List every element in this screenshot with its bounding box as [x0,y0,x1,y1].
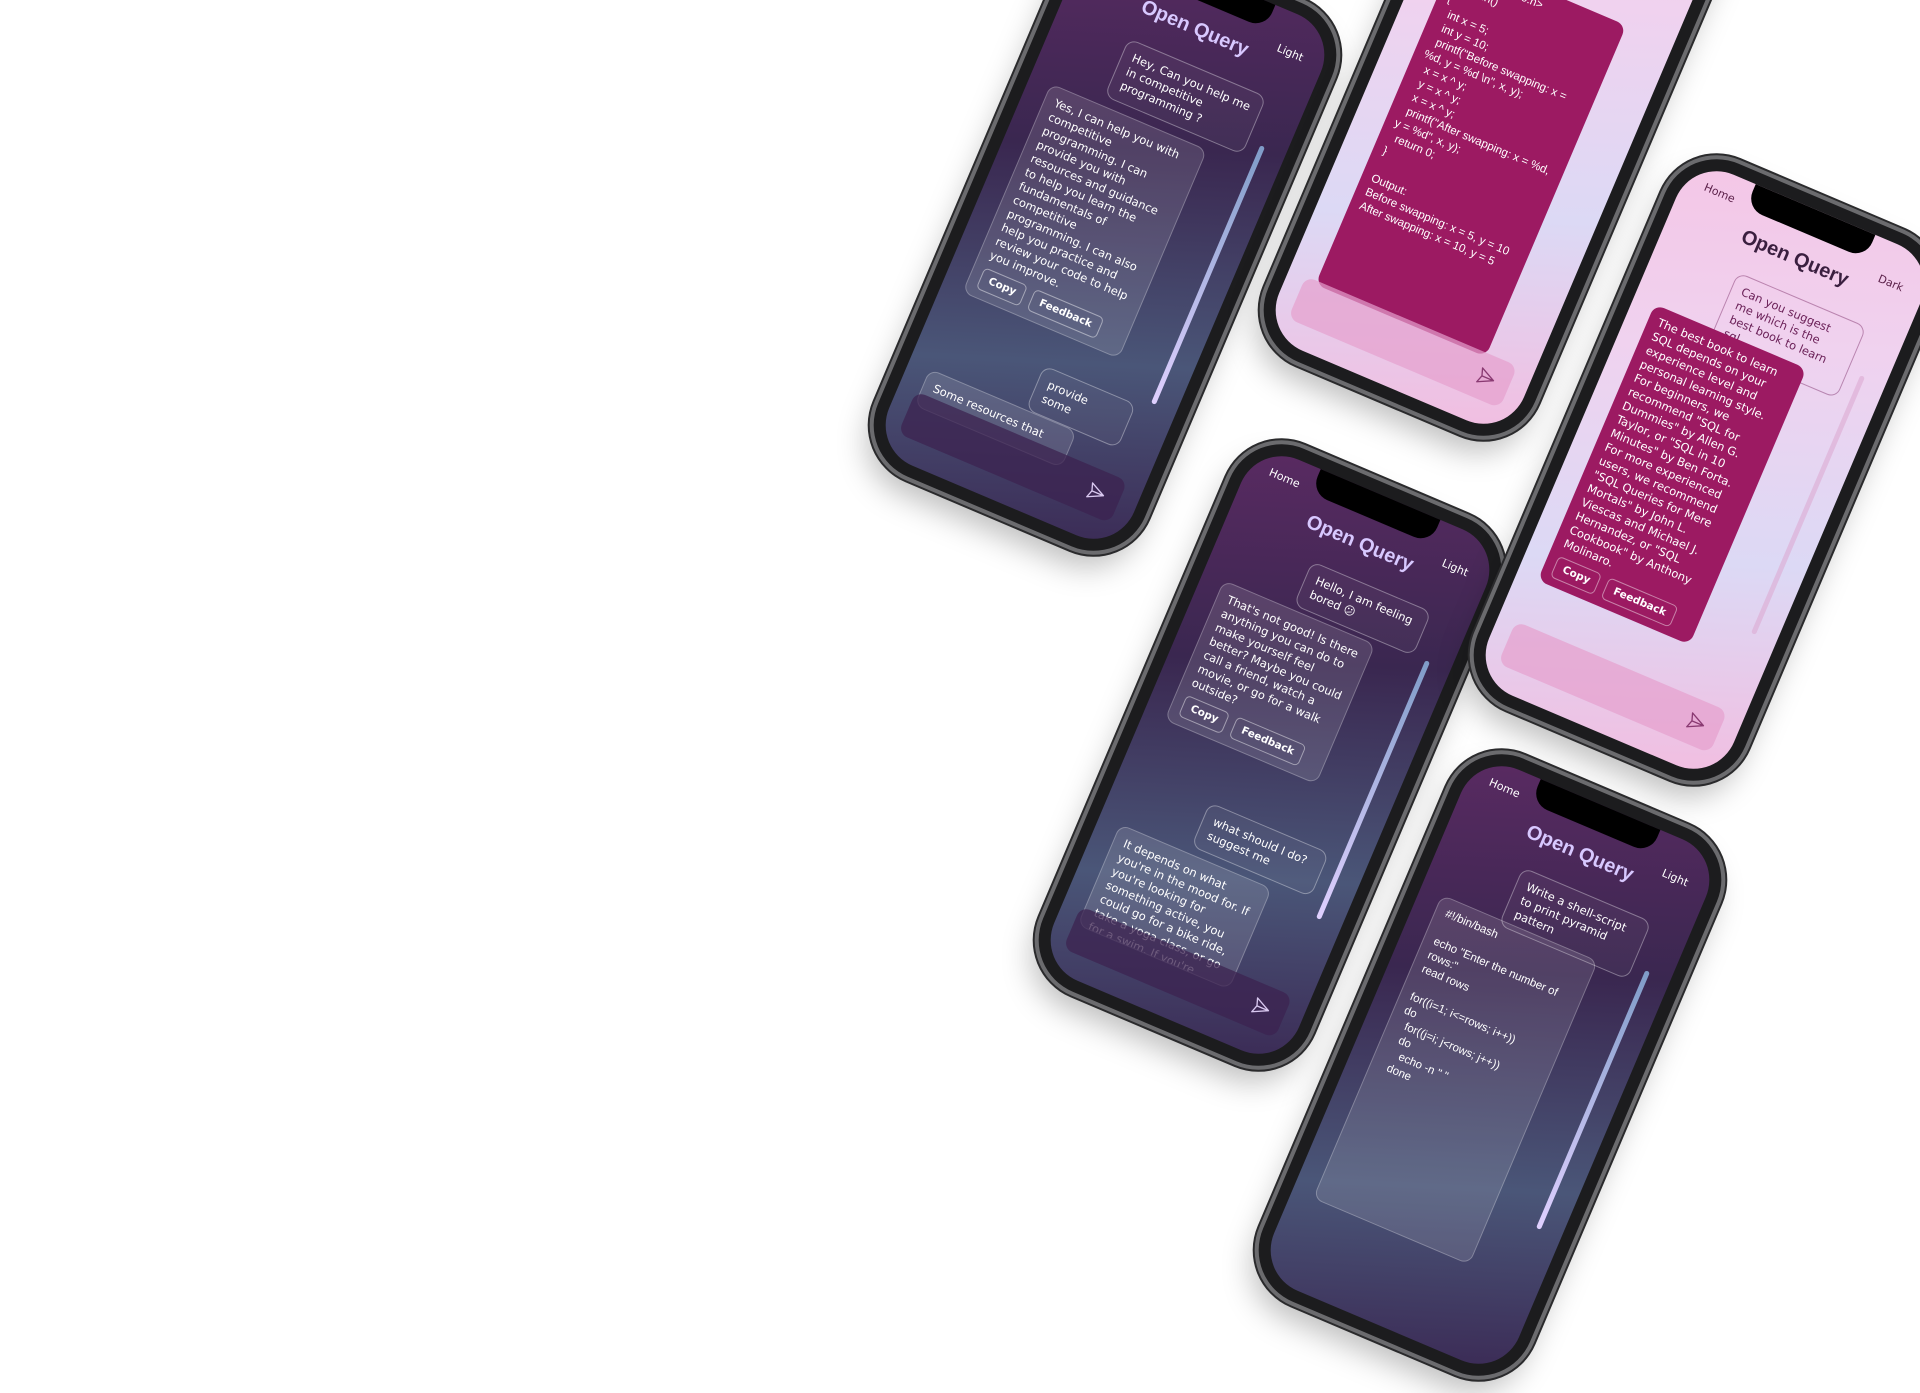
nav-home-link[interactable]: Home [1702,181,1737,206]
send-icon[interactable] [1083,480,1109,506]
code-block: #include<stdio.h> int main() { int x = 5… [1357,0,1569,269]
nav-home-link[interactable]: Home [1267,466,1302,491]
message-input[interactable] [1497,621,1728,754]
bot-message-text: The best book to learn SQL depends on yo… [1561,315,1781,587]
send-icon[interactable] [1248,995,1274,1021]
nav-home-link[interactable]: Home [1487,776,1522,801]
send-icon[interactable] [1473,365,1499,391]
send-icon[interactable] [1683,710,1709,736]
